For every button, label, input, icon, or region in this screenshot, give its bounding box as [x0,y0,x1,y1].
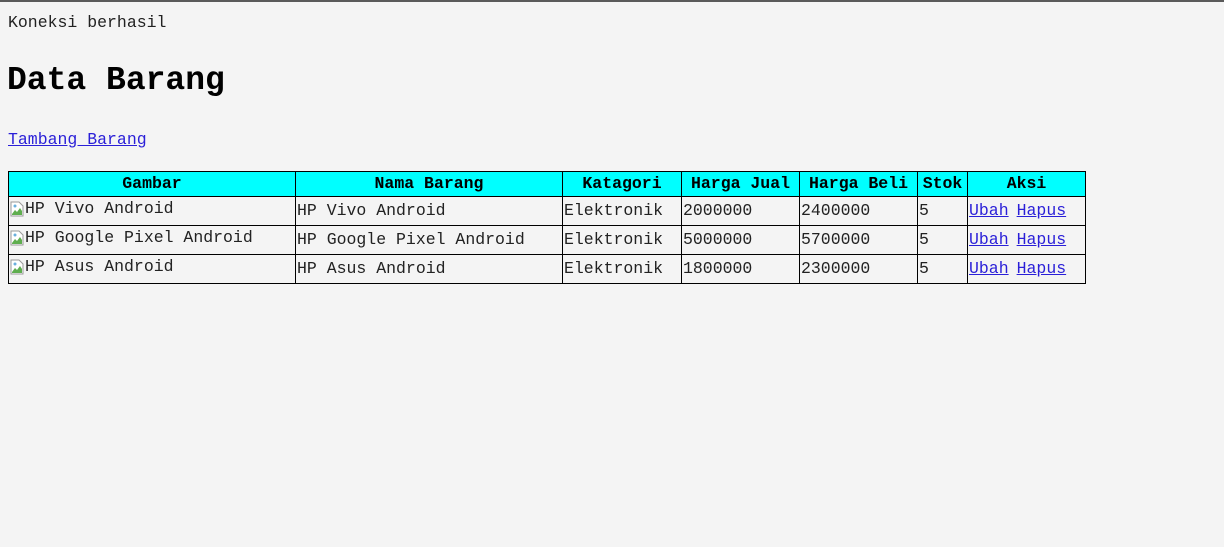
item-category: Elektronik [562,225,682,255]
item-image: HP Asus Android [10,255,174,279]
table-row: HP Vivo Android HP Vivo Android Elektron… [8,196,1086,226]
edit-link[interactable]: Ubah [969,201,1009,220]
item-buy-price: 2300000 [799,254,918,284]
item-stock: 5 [917,254,968,284]
item-sell-price: 1800000 [681,254,800,284]
delete-link[interactable]: Hapus [1017,259,1067,278]
item-sell-price: 2000000 [681,196,800,226]
item-category: Elektronik [562,196,682,226]
item-image-cell: HP Asus Android [8,254,296,284]
item-stock: 5 [917,225,968,255]
item-category: Elektronik [562,254,682,284]
item-image: HP Google Pixel Android [10,226,253,250]
item-buy-price: 2400000 [799,196,918,226]
add-item-link[interactable]: Tambang Barang [8,131,147,149]
column-header-harga-beli: Harga Beli [799,171,918,197]
delete-link[interactable]: Hapus [1017,201,1067,220]
column-header-kategori: Katagori [562,171,682,197]
item-image-cell: HP Vivo Android [8,196,296,226]
column-header-gambar: Gambar [8,171,296,197]
broken-image-icon [10,259,24,275]
item-image-cell: HP Google Pixel Android [8,225,296,255]
item-actions: Ubah Hapus [967,225,1086,255]
table-row: HP Google Pixel Android HP Google Pixel … [8,225,1086,255]
broken-image-icon [10,201,24,217]
item-actions: Ubah Hapus [967,196,1086,226]
delete-link[interactable]: Hapus [1017,230,1067,249]
column-header-aksi: Aksi [967,171,1086,197]
item-name: HP Google Pixel Android [295,225,563,255]
item-actions: Ubah Hapus [967,254,1086,284]
item-stock: 5 [917,196,968,226]
item-name: HP Asus Android [295,254,563,284]
status-message: Koneksi berhasil [8,13,167,32]
column-header-stok: Stok [917,171,968,197]
item-buy-price: 5700000 [799,225,918,255]
item-name: HP Vivo Android [295,196,563,226]
column-header-harga-jual: Harga Jual [681,171,800,197]
item-image-alt-text: HP Vivo Android [25,199,174,218]
column-header-nama-barang: Nama Barang [295,171,563,197]
item-image-alt-text: HP Google Pixel Android [25,228,253,247]
table-header-row: Gambar Nama Barang Katagori Harga Jual H… [8,171,1086,197]
page-title: Data Barang [7,62,225,99]
items-table: Gambar Nama Barang Katagori Harga Jual H… [8,171,1086,284]
broken-image-icon [10,230,24,246]
item-image: HP Vivo Android [10,197,174,221]
item-image-alt-text: HP Asus Android [25,257,174,276]
item-sell-price: 5000000 [681,225,800,255]
table-row: HP Asus Android HP Asus Android Elektron… [8,254,1086,284]
edit-link[interactable]: Ubah [969,259,1009,278]
edit-link[interactable]: Ubah [969,230,1009,249]
